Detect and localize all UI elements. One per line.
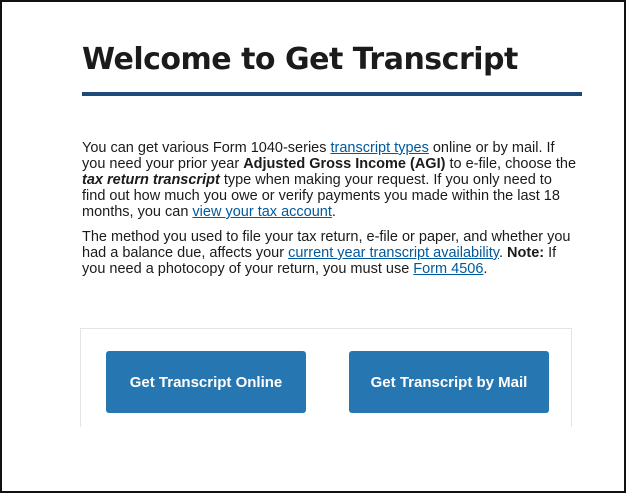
intro-content: You can get various Form 1040-series tra…: [82, 140, 577, 277]
intro-text-1c: to e-file, choose the: [445, 156, 577, 172]
agi-emphasis: Adjusted Gross Income (AGI): [243, 156, 446, 172]
tax-return-transcript-emphasis: tax return transcript: [82, 172, 220, 188]
get-transcript-by-mail-button[interactable]: Get Transcript by Mail: [349, 351, 549, 413]
title-divider: [82, 92, 582, 96]
note-label: Note:: [507, 245, 545, 261]
intro-text-2b: .: [498, 245, 508, 261]
intro-text-1e: .: [331, 204, 336, 220]
transcript-availability-link[interactable]: current year transcript availability: [288, 245, 499, 261]
form-4506-link[interactable]: Form 4506: [413, 261, 483, 277]
get-transcript-by-mail-label: Get Transcript by Mail: [370, 373, 528, 391]
intro-paragraph-1: You can get various Form 1040-series tra…: [82, 140, 577, 220]
get-transcript-online-label: Get Transcript Online: [129, 373, 283, 391]
transcript-types-link[interactable]: transcript types: [331, 140, 429, 156]
view-tax-account-link[interactable]: view your tax account: [192, 204, 331, 220]
page-title: Welcome to Get Transcript: [82, 42, 518, 77]
page-frame: Welcome to Get Transcript You can get va…: [0, 0, 626, 493]
transcript-options-panel: Get Transcript Online Get Transcript by …: [80, 328, 572, 427]
get-transcript-online-button[interactable]: Get Transcript Online: [106, 351, 306, 413]
intro-paragraph-2: The method you used to file your tax ret…: [82, 229, 577, 277]
intro-text-1a: You can get various Form 1040-series: [82, 140, 331, 156]
intro-text-2d: .: [483, 261, 488, 277]
